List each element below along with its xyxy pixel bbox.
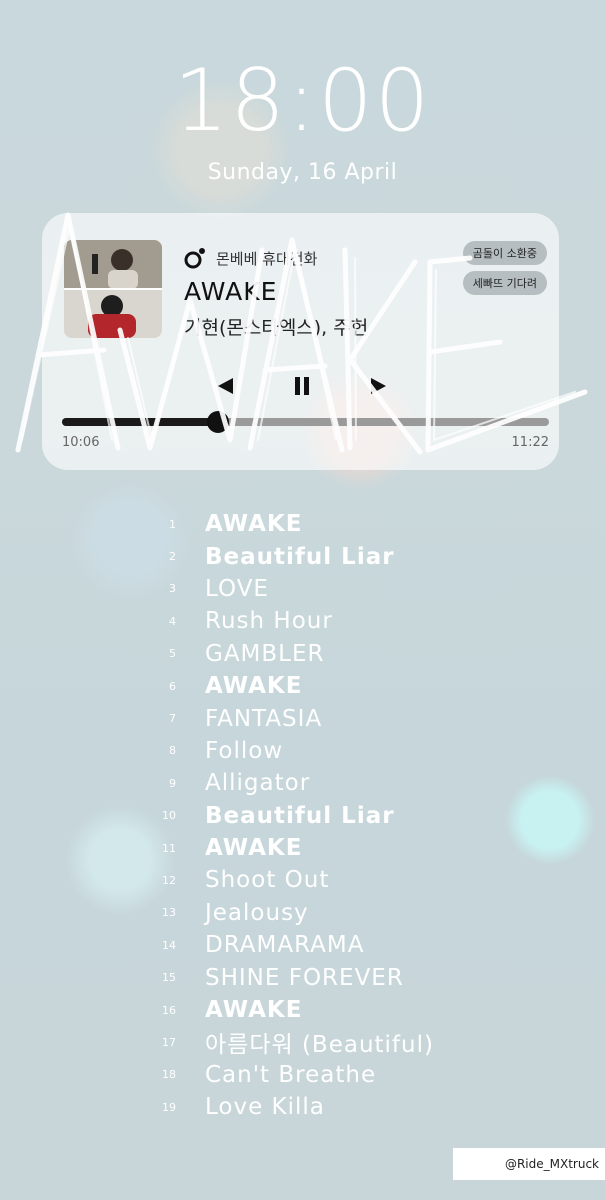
total-time: 11:22 (511, 435, 549, 450)
track-title: LOVE (205, 575, 269, 602)
list-item[interactable]: 8 Follow (150, 735, 550, 767)
list-item[interactable]: 9 Alligator (150, 767, 550, 799)
track-title: GAMBLER (205, 640, 325, 667)
track-title: Shoot Out (205, 867, 330, 894)
list-item[interactable]: 7 FANTASIA (150, 702, 550, 734)
album-art[interactable] (64, 240, 162, 338)
next-button[interactable] (364, 372, 392, 400)
track-number: 9 (169, 776, 176, 790)
app-source-row: 몬베베 휴대전화 (184, 247, 317, 269)
track-title: AWAKE (205, 997, 303, 1024)
track-title: 아름다워 (Beautiful) (205, 1032, 434, 1059)
track-title: Beautiful Liar (205, 543, 395, 570)
list-item[interactable]: 5 GAMBLER (150, 638, 550, 670)
track-number: 13 (162, 906, 176, 920)
track-title: AWAKE (205, 673, 303, 700)
lockscreen-clock: 18:00 (173, 51, 432, 151)
track-number: 19 (162, 1100, 176, 1114)
pause-icon (295, 377, 309, 395)
previous-icon (218, 378, 233, 394)
list-item[interactable]: 3 LOVE (150, 573, 550, 605)
track-title: Can't Breathe (205, 1061, 377, 1088)
track-number: 16 (162, 1003, 176, 1017)
track-number: 5 (169, 647, 176, 661)
lockscreen-date: Sunday, 16 April (207, 160, 398, 185)
track-title: FANTASIA (205, 705, 323, 732)
track-title: DRAMARAMA (205, 932, 365, 959)
track-number: 6 (169, 679, 176, 693)
track-number: 15 (162, 971, 176, 985)
credit-tag: @Ride_MXtruck (453, 1148, 605, 1180)
track-number: 11 (162, 841, 176, 855)
track-title: Jealousy (205, 899, 309, 926)
list-item[interactable]: 12 Shoot Out (150, 864, 550, 896)
track-number: 17 (162, 1035, 176, 1049)
track-number: 8 (169, 744, 176, 758)
list-item[interactable]: 11 AWAKE (150, 832, 550, 864)
track-title: Beautiful Liar (205, 802, 395, 829)
track-number: 10 (162, 809, 176, 823)
list-item[interactable]: 17 아름다워 (Beautiful) (150, 1026, 550, 1058)
track-title: SHINE FOREVER (205, 964, 404, 991)
track-title: AWAKE (205, 835, 303, 862)
next-icon (371, 378, 386, 394)
previous-button[interactable] (212, 372, 240, 400)
progress-bar[interactable] (62, 411, 549, 433)
track-number: 4 (169, 614, 176, 628)
list-item[interactable]: 19 Love Killa (150, 1091, 550, 1123)
music-note-icon (184, 247, 206, 269)
track-number: 2 (169, 550, 176, 564)
song-artist: 기현(몬스타엑스), 주헌 (184, 317, 369, 339)
track-number: 7 (169, 712, 176, 726)
track-title: Love Killa (205, 1094, 325, 1121)
playback-controls (212, 371, 392, 401)
track-title: AWAKE (205, 511, 303, 538)
track-title: Follow (205, 737, 284, 764)
progress-fill (62, 418, 218, 426)
list-item[interactable]: 18 Can't Breathe (150, 1059, 550, 1091)
song-title: AWAKE (184, 277, 278, 306)
list-item[interactable]: 13 Jealousy (150, 897, 550, 929)
track-number: 12 (162, 873, 176, 887)
track-number: 3 (169, 582, 176, 596)
list-item[interactable]: 4 Rush Hour (150, 605, 550, 637)
list-item[interactable]: 15 SHINE FOREVER (150, 961, 550, 993)
tracklist: 1 AWAKE 2 Beautiful Liar 3 LOVE 4 Rush Hour 5 GAM… (150, 508, 550, 1123)
pause-button[interactable] (288, 372, 316, 400)
list-item[interactable]: 6 AWAKE (150, 670, 550, 702)
track-number: 14 (162, 938, 176, 952)
track-number: 1 (169, 517, 176, 531)
status-chips: 곰돌이 소환중 세빠뜨 기다려 (462, 241, 547, 295)
track-title: Alligator (205, 770, 311, 797)
list-item[interactable]: 16 AWAKE (150, 994, 550, 1026)
list-item[interactable]: 2 Beautiful Liar (150, 540, 550, 572)
list-item[interactable]: 14 DRAMARAMA (150, 929, 550, 961)
list-item[interactable]: 1 AWAKE (150, 508, 550, 540)
list-item[interactable]: 10 Beautiful Liar (150, 800, 550, 832)
track-number: 18 (162, 1068, 176, 1082)
app-name: 몬베베 휴대전화 (216, 249, 318, 268)
progress-handle[interactable] (206, 411, 229, 433)
status-chip[interactable]: 세빠뜨 기다려 (462, 271, 547, 295)
track-title: Rush Hour (205, 608, 333, 635)
music-player-widget: 몬베베 휴대전화 AWAKE 기현(몬스타엑스), 주헌 곰돌이 소환중 세빠뜨… (42, 213, 559, 470)
elapsed-time: 10:06 (62, 435, 100, 450)
status-chip[interactable]: 곰돌이 소환중 (462, 241, 547, 265)
